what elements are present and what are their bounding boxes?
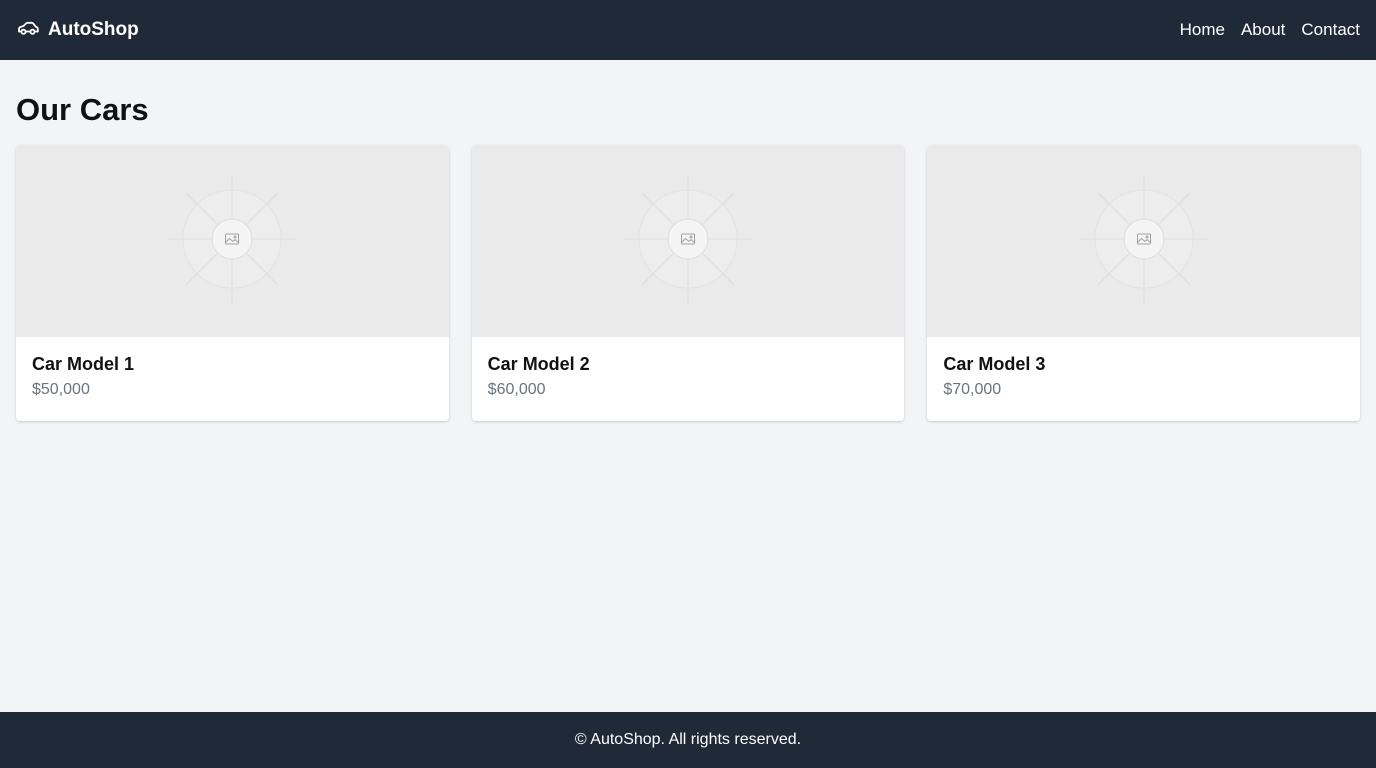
page-title: Our Cars [16, 92, 149, 127]
car-card-body: Car Model 2 $60,000 [472, 337, 905, 416]
car-card[interactable]: Car Model 2 $60,000 [471, 145, 905, 421]
car-price: $50,000 [32, 381, 90, 398]
footer-copyright: © AutoShop. All rights reserved. [574, 731, 802, 748]
car-card[interactable]: Car Model 1 $50,000 [16, 145, 449, 421]
brand-name: AutoShop [48, 19, 139, 40]
car-price: $70,000 [943, 381, 1002, 398]
top-navbar: AutoShop Home About Contact [0, 0, 1376, 60]
car-card[interactable]: Car Model 3 $70,000 [927, 145, 1361, 421]
car-name: Car Model 1 [32, 354, 135, 374]
car-name: Car Model 2 [487, 354, 590, 374]
brand-logo-link[interactable]: AutoShop [16, 16, 139, 45]
main-nav: Home About Contact [1180, 20, 1360, 40]
main-content: Our Cars Car Model 1 $50,000 Car Model 2… [0, 60, 1376, 421]
image-placeholder-icon [1078, 173, 1209, 309]
car-card-body: Car Model 1 $50,000 [16, 337, 449, 416]
car-image [471, 145, 905, 337]
nav-link-about[interactable]: About [1241, 20, 1285, 40]
car-image [927, 145, 1361, 337]
nav-link-home[interactable]: Home [1180, 20, 1225, 40]
car-grid: Car Model 1 $50,000 Car Model 2 $60,000 … [16, 145, 1361, 421]
car-name: Car Model 3 [943, 354, 1046, 374]
car-card-body: Car Model 3 $70,000 [927, 337, 1360, 416]
car-image [16, 145, 449, 337]
image-placeholder-icon [167, 173, 298, 309]
car-icon [16, 16, 40, 45]
car-price: $60,000 [487, 381, 546, 398]
image-placeholder-icon [623, 173, 753, 309]
nav-link-contact[interactable]: Contact [1301, 20, 1360, 40]
page-footer: © AutoShop. All rights reserved. [0, 712, 1376, 768]
